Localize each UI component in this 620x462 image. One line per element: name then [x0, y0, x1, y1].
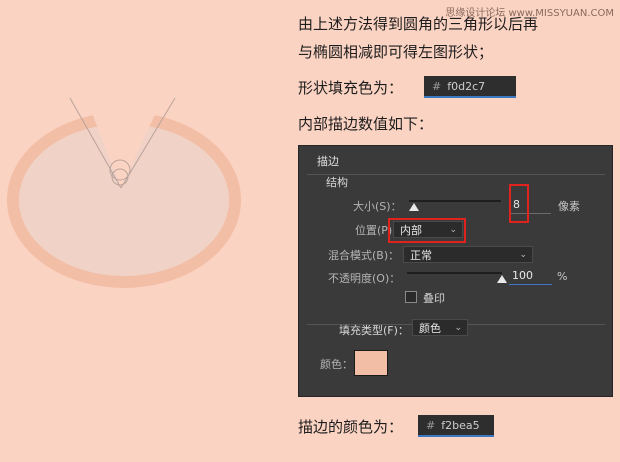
opacity-slider[interactable]: [407, 272, 502, 274]
hash-symbol: #: [426, 419, 436, 432]
fill-type-label: 填充类型(F)：: [339, 324, 409, 337]
size-highlight: [509, 184, 529, 223]
fill-type-value: 颜色: [419, 322, 441, 335]
fill-color-label: 形状填充色为：: [298, 79, 404, 97]
position-highlight: [388, 218, 466, 243]
size-label: 大小(S)：: [353, 200, 402, 213]
size-unit: 像素: [558, 200, 580, 213]
opacity-unit: %: [557, 270, 568, 283]
description-line-2: 与椭圆相减即可得左图形状；: [298, 43, 494, 61]
color-label: 颜色：: [320, 358, 353, 371]
opacity-label: 不透明度(O)：: [328, 272, 401, 285]
fill-color-field[interactable]: # f0d2c7: [424, 76, 516, 98]
structure-divider: [307, 174, 605, 175]
opacity-input[interactable]: 100: [509, 268, 552, 285]
shape-illustration: [7, 97, 241, 288]
size-slider-knob-icon[interactable]: [408, 203, 419, 211]
blend-mode-select[interactable]: 正常 ⌄: [403, 246, 533, 263]
stroke-panel: 描边 结构 大小(S)： 8 像素 位置(P)： 内部 ⌄ 混合模式(B)： 正…: [298, 145, 613, 397]
description-line-1: 由上述方法得到圆角的三角形以后再: [298, 15, 539, 33]
chevron-down-icon: ⌄: [454, 323, 462, 333]
structure-title: 结构: [326, 176, 348, 189]
overprint-label: 叠印: [423, 292, 445, 305]
overprint-checkbox[interactable]: [405, 291, 417, 303]
stroke-color-value: f2bea5: [441, 419, 480, 432]
opacity-slider-knob-icon[interactable]: [497, 275, 507, 283]
blend-mode-label: 混合模式(B)：: [328, 249, 400, 262]
fill-type-select[interactable]: 颜色 ⌄: [412, 319, 468, 336]
chevron-down-icon: ⌄: [519, 250, 527, 260]
stroke-color-swatch[interactable]: [354, 350, 388, 376]
hash-symbol: #: [432, 80, 442, 93]
panel-title: 描边: [317, 155, 339, 168]
blend-mode-value: 正常: [410, 249, 432, 262]
stroke-intro: 内部描边数值如下：: [298, 115, 434, 133]
stroke-color-label: 描边的颜色为：: [298, 418, 404, 436]
stroke-color-field[interactable]: # f2bea5: [418, 415, 494, 437]
size-slider[interactable]: [409, 200, 501, 202]
fill-color-value: f0d2c7: [447, 80, 486, 93]
